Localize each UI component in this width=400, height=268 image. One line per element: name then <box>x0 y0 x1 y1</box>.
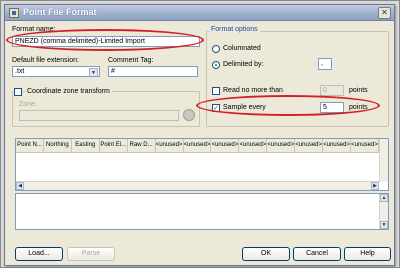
grid-column-header[interactable]: Northing <box>44 139 72 152</box>
grid-horizontal-scrollbar[interactable]: ◀ ▶ <box>16 181 379 190</box>
scroll-left-icon[interactable]: ◀ <box>16 182 24 190</box>
ok-button[interactable]: OK <box>242 247 290 261</box>
coordinate-zone-group <box>12 91 200 127</box>
help-button[interactable]: Help <box>344 247 391 261</box>
grid-column-header[interactable]: <unused> <box>295 139 324 152</box>
close-button[interactable]: ✕ <box>378 7 391 19</box>
cancel-button[interactable]: Cancel <box>293 247 341 261</box>
grid-column-header[interactable]: <unused> <box>156 139 184 152</box>
grid-column-header[interactable]: <unused> <box>267 139 296 152</box>
preview-text-area[interactable]: ▲ ▼ <box>15 193 389 230</box>
delimited-by-label: Delimited by: <box>223 61 264 68</box>
coordinate-zone-label: Coordinate zone transform <box>25 88 112 95</box>
grid-column-header[interactable]: Point N... <box>16 139 44 152</box>
grid-vertical-scrollbar[interactable] <box>379 139 388 182</box>
format-name-highlight <box>6 29 204 51</box>
format-options-title: Format options <box>209 26 260 33</box>
scroll-right-icon[interactable]: ▶ <box>371 182 379 190</box>
default-extension-label: Default file extension: <box>12 57 79 64</box>
grid-column-header[interactable]: <unused> <box>184 139 212 152</box>
default-extension-value: .txt <box>15 68 25 75</box>
coordinate-zone-checkbox[interactable] <box>14 88 22 96</box>
read-no-more-than-label: Read no more than <box>223 87 283 94</box>
app-icon <box>9 8 19 18</box>
read-no-more-than-checkbox[interactable] <box>212 87 220 95</box>
scroll-down-icon[interactable]: ▼ <box>380 221 388 229</box>
grid-column-header[interactable]: <unused> <box>239 139 268 152</box>
read-no-more-than-input[interactable]: 0 <box>320 85 344 96</box>
read-points-label: points <box>349 87 368 94</box>
zone-pick-button[interactable] <box>183 109 195 121</box>
title-bar: Point File Format ✕ <box>5 5 394 21</box>
grid-column-header[interactable]: <unused> <box>211 139 240 152</box>
grid-column-header[interactable]: Easting <box>72 139 100 152</box>
close-icon: ✕ <box>381 8 388 17</box>
columnated-radio[interactable] <box>212 45 220 53</box>
grid-column-header[interactable]: Point El... <box>100 139 128 152</box>
default-extension-combo[interactable]: .txt ▼ <box>12 66 100 77</box>
scroll-up-icon[interactable]: ▲ <box>380 194 388 202</box>
sample-every-highlight <box>196 95 380 116</box>
delimiter-input[interactable]: , <box>318 58 332 70</box>
comment-tag-input[interactable]: # <box>108 66 198 77</box>
grid-column-header[interactable]: <unused> <box>351 139 379 152</box>
parse-button[interactable]: Parse <box>67 247 115 261</box>
preview-grid: Point N... Northing Easting Point El... Raw … <box>15 138 389 191</box>
grid-header-row: Point N... Northing Easting Point El... Raw … <box>16 139 379 153</box>
window-title: Point File Format <box>23 7 97 17</box>
columnated-label: Columnated <box>223 45 261 52</box>
load-button[interactable]: Load... <box>15 247 63 261</box>
delimited-by-radio[interactable] <box>212 61 220 69</box>
grid-column-header[interactable]: Raw D... <box>128 139 156 152</box>
grid-column-header[interactable]: <unused> <box>323 139 352 152</box>
screenshot-frame: Point File Format ✕ Format name: PNEZD (… <box>0 0 400 268</box>
zone-label: Zone: <box>19 101 37 108</box>
comment-tag-label: Comment Tag: <box>108 57 154 64</box>
chevron-down-icon[interactable]: ▼ <box>89 68 98 76</box>
zone-input[interactable] <box>19 110 179 121</box>
text-area-scrollbar[interactable]: ▲ ▼ <box>379 194 388 229</box>
